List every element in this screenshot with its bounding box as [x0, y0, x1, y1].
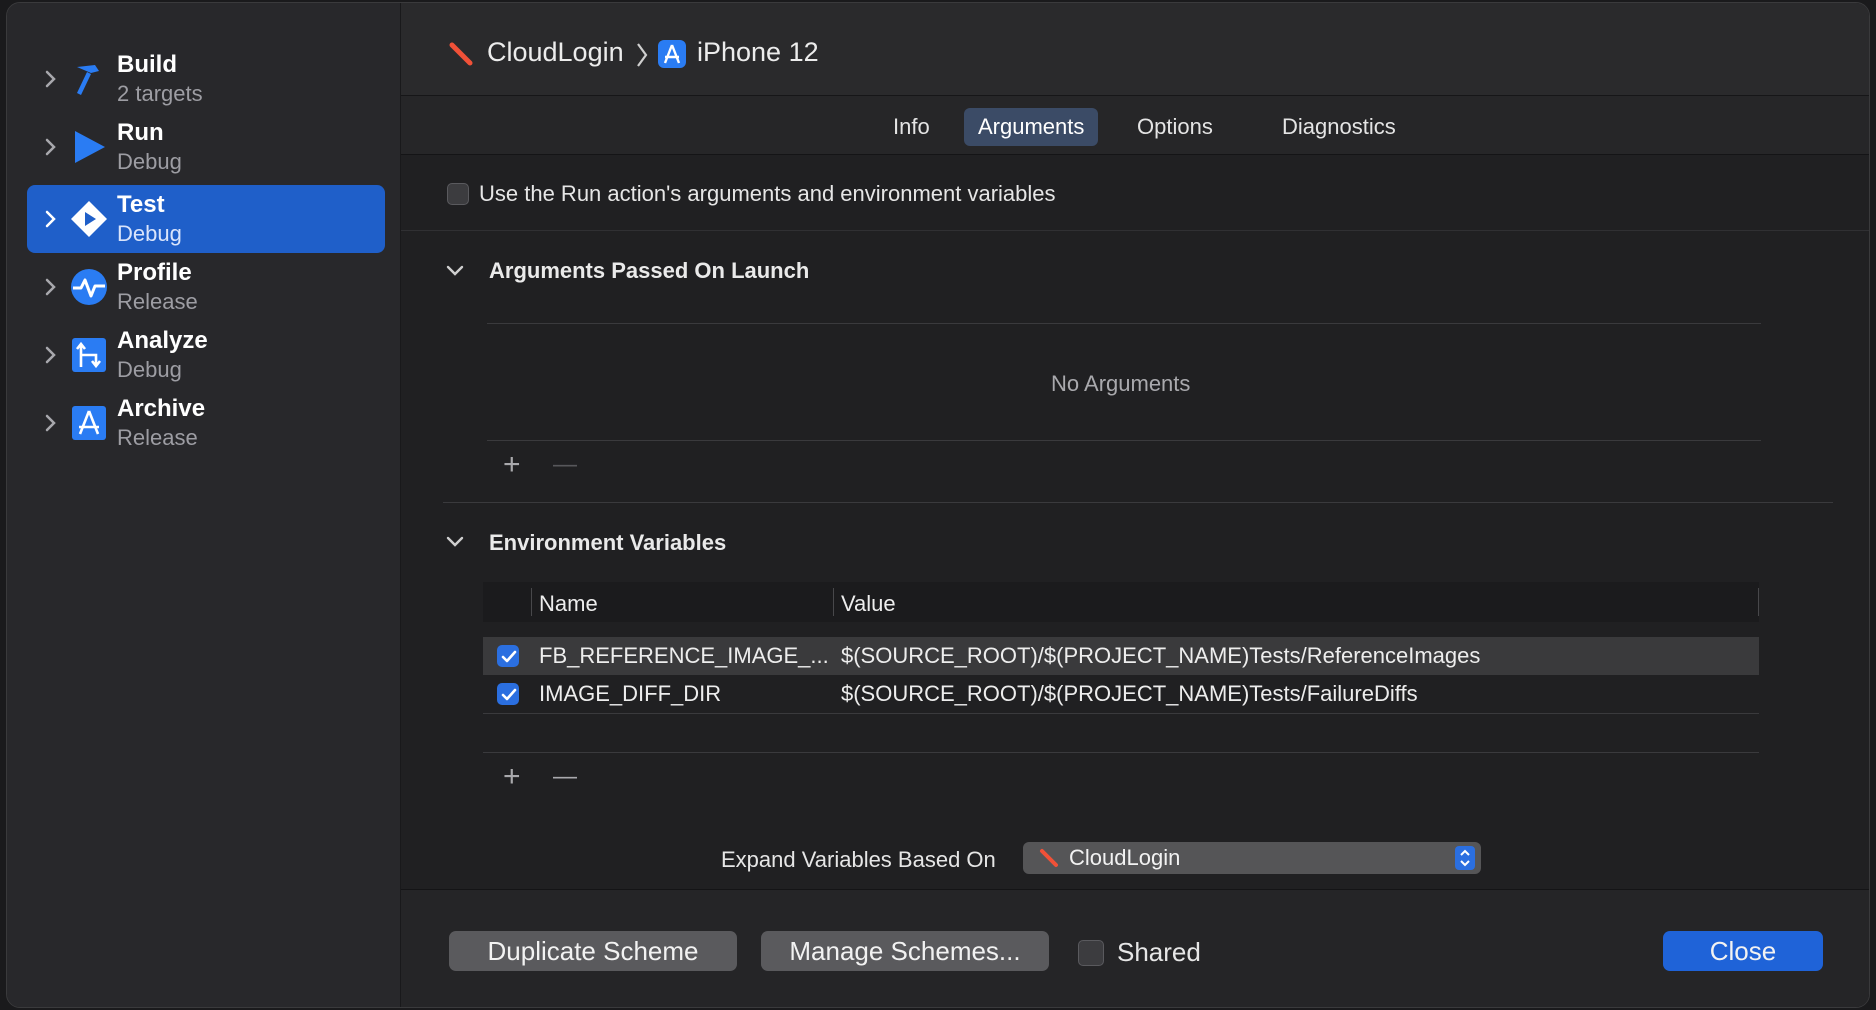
swift-icon [449, 42, 473, 66]
arguments-section-title: Arguments Passed On Launch [489, 258, 810, 283]
chevron-right-icon[interactable] [41, 67, 61, 91]
sidebar-item-analyze[interactable]: Analyze Debug [27, 321, 385, 389]
test-diamond-icon [71, 201, 107, 237]
sidebar-item-subtitle: Debug [117, 149, 182, 174]
breadcrumb-separator-icon [637, 43, 648, 67]
sidebar-item-title: Run [117, 119, 164, 146]
scheme-editor-window: Build 2 targets Run Debug Test Debug Pro… [6, 2, 1870, 1008]
iphone-simulator-icon [658, 40, 686, 68]
chevron-down-icon[interactable] [445, 532, 465, 552]
divider [483, 752, 1759, 753]
env-value-cell[interactable]: $(SOURCE_ROOT)/$(PROJECT_NAME)Tests/Fail… [841, 681, 1418, 707]
divider [483, 713, 1759, 714]
sidebar-item-subtitle: Release [117, 425, 198, 450]
env-value-cell[interactable]: $(SOURCE_ROOT)/$(PROJECT_NAME)Tests/Refe… [841, 643, 1480, 669]
env-table-header: Name Value [483, 582, 1759, 622]
duplicate-scheme-button[interactable]: Duplicate Scheme [449, 931, 737, 971]
divider [401, 230, 1869, 231]
scheme-actions-sidebar: Build 2 targets Run Debug Test Debug Pro… [7, 3, 401, 1007]
tab-arguments[interactable]: Arguments [964, 108, 1099, 146]
column-divider [531, 588, 532, 616]
destination-name[interactable]: iPhone 12 [697, 37, 819, 68]
sidebar-item-title: Build [117, 51, 177, 78]
checkmark-icon [501, 650, 517, 663]
chevron-right-icon[interactable] [41, 411, 61, 435]
sidebar-item-subtitle: Debug [117, 357, 182, 382]
chevron-right-icon[interactable] [41, 343, 61, 367]
chevron-down-icon[interactable] [445, 261, 465, 281]
use-run-args-checkbox[interactable] [447, 183, 469, 205]
divider [443, 502, 1833, 503]
env-name-cell[interactable]: IMAGE_DIFF_DIR [539, 681, 721, 707]
sidebar-item-run[interactable]: Run Debug [27, 113, 385, 181]
sidebar-item-subtitle: Release [117, 289, 198, 314]
analyze-arrow-icon [72, 338, 106, 372]
scheme-header: CloudLogin iPhone 12 [401, 3, 1869, 96]
divider [487, 440, 1761, 441]
tab-bar: Info Arguments Options Diagnostics [401, 96, 1869, 155]
table-row[interactable]: FB_REFERENCE_IMAGE_... $(SOURCE_ROOT)/$(… [483, 637, 1759, 675]
popup-arrows-icon [1455, 846, 1475, 870]
swift-icon [1040, 849, 1058, 867]
instruments-gauge-icon [71, 269, 107, 305]
expand-variables-popup[interactable]: CloudLogin [1023, 842, 1481, 874]
manage-schemes-button[interactable]: Manage Schemes... [761, 931, 1049, 971]
column-divider [833, 588, 834, 616]
column-header-name[interactable]: Name [539, 591, 598, 617]
sidebar-item-profile[interactable]: Profile Release [27, 253, 385, 321]
sidebar-item-subtitle: Debug [117, 221, 182, 246]
use-run-args-label: Use the Run action's arguments and envir… [479, 181, 1056, 206]
expand-variables-label: Expand Variables Based On [721, 847, 996, 872]
chevron-right-icon[interactable] [41, 275, 61, 299]
env-enabled-checkbox[interactable] [497, 645, 519, 667]
scheme-name[interactable]: CloudLogin [487, 37, 624, 68]
expand-variables-value: CloudLogin [1069, 845, 1181, 870]
shared-checkbox[interactable] [1078, 940, 1104, 966]
env-name-cell[interactable]: FB_REFERENCE_IMAGE_... [539, 643, 829, 669]
scheme-detail-pane: CloudLogin iPhone 12 Info Arguments Opti… [401, 3, 1869, 1007]
add-env-var-button[interactable]: + [503, 762, 521, 792]
tab-options[interactable]: Options [1123, 108, 1227, 146]
sidebar-item-title: Archive [117, 395, 206, 422]
add-argument-button[interactable]: + [503, 450, 521, 480]
no-arguments-label: No Arguments [1051, 371, 1191, 396]
chevron-right-icon[interactable] [41, 207, 61, 231]
column-divider [1758, 588, 1759, 616]
close-button[interactable]: Close [1663, 931, 1823, 971]
env-section-title: Environment Variables [489, 530, 727, 555]
app-store-icon [72, 406, 106, 440]
remove-env-var-button[interactable]: — [553, 762, 577, 792]
sidebar-item-title: Analyze [117, 327, 208, 354]
sidebar-item-build[interactable]: Build 2 targets [27, 45, 385, 113]
shared-label: Shared [1117, 937, 1201, 967]
sidebar-item-test[interactable]: Test Debug [27, 185, 385, 253]
column-header-value[interactable]: Value [841, 591, 896, 617]
tab-diagnostics[interactable]: Diagnostics [1268, 108, 1410, 146]
remove-argument-button[interactable]: — [553, 450, 577, 480]
chevron-right-icon[interactable] [41, 135, 61, 159]
footer-bar: Duplicate Scheme Manage Schemes... Share… [401, 889, 1869, 1007]
sidebar-item-title: Profile [117, 259, 192, 286]
tab-info[interactable]: Info [879, 108, 944, 146]
hammer-icon [77, 65, 99, 95]
sidebar-item-title: Test [117, 191, 165, 218]
checkmark-icon [501, 688, 517, 701]
sidebar-item-subtitle: 2 targets [117, 81, 203, 106]
sidebar-item-archive[interactable]: Archive Release [27, 389, 385, 457]
divider [487, 323, 1761, 324]
table-row[interactable]: IMAGE_DIFF_DIR $(SOURCE_ROOT)/$(PROJECT_… [483, 675, 1759, 713]
play-icon [75, 131, 105, 163]
env-enabled-checkbox[interactable] [497, 683, 519, 705]
